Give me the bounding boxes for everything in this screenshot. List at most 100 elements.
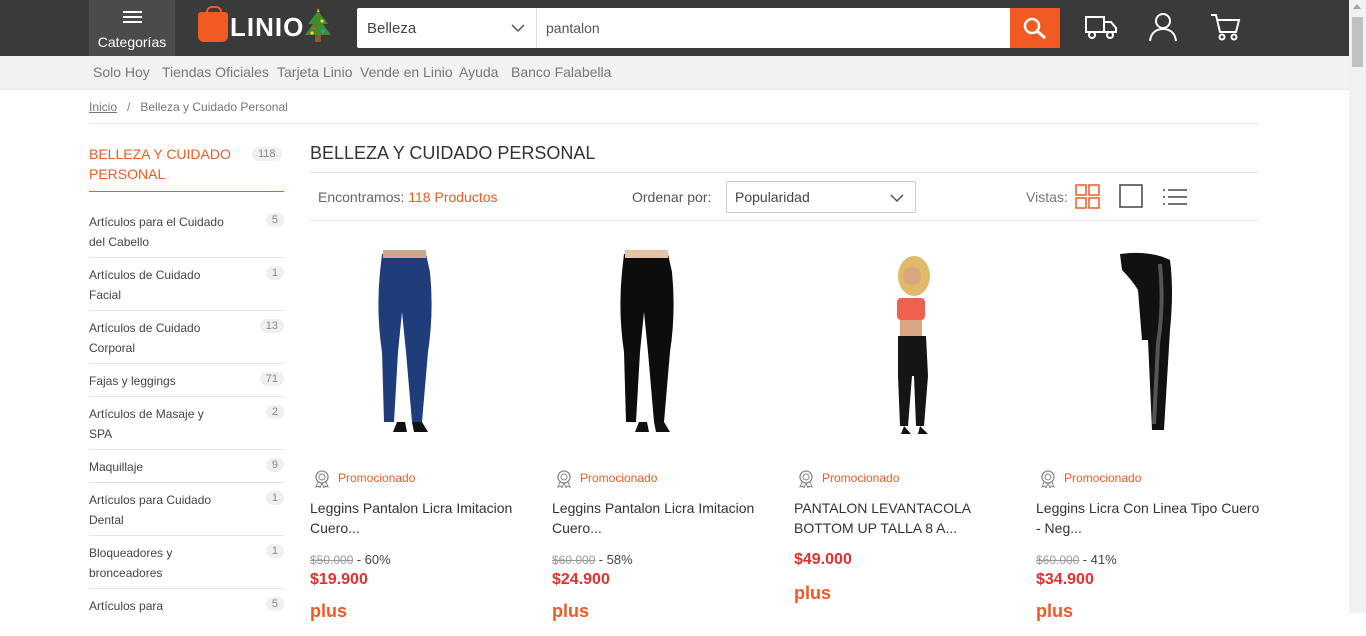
linio-logo[interactable]: LINIO [198,6,305,44]
sidebar-item[interactable]: Artículos de Cuidado Corporal 13 [89,318,284,364]
divider [89,123,1259,124]
breadcrumb-home-link[interactable]: Inicio [89,100,117,114]
sort-select[interactable]: Popularidad [726,181,916,213]
nav-link-tarjeta-linio[interactable]: Tarjeta Linio [277,64,353,80]
scroll-up-arrow-icon[interactable] [1353,4,1361,9]
sidebar-item[interactable]: Artículos para 5 [89,596,284,636]
secondary-nav: Solo Hoy Tiendas Oficiales Tarjeta Linio… [0,56,1366,90]
promoted-label: Promocionado [338,471,416,486]
sidebar-item[interactable]: Artículos de Cuidado Facial 1 [89,265,284,311]
sidebar-item-label: Maquillaje [89,460,144,474]
product-price: $24.900 [552,571,610,588]
sidebar-item-count: 1 [265,544,284,558]
sidebar-item-label: Artículos de Masaje y SPA [89,407,204,441]
discount: - 58% [598,552,633,567]
award-ribbon-icon [799,470,813,488]
promoted-badge: Promocionado [556,470,657,488]
sidebar-item-label: Artículos de Cuidado Facial [89,268,201,302]
sidebar-title-underline [89,191,284,192]
nav-link-solo-hoy[interactable]: Solo Hoy [93,64,150,80]
divider [310,172,1258,173]
product-price: $34.900 [1036,571,1094,588]
sort-value: Popularidad [735,189,810,205]
award-ribbon-icon [1041,470,1055,488]
promoted-label: Promocionado [822,471,900,486]
page-title: BELLEZA Y CUIDADO PERSONAL [310,143,596,163]
nav-link-vende-en-linio[interactable]: Vende en Linio [360,64,453,80]
search-button[interactable] [1010,8,1060,48]
truck-icon[interactable] [1084,12,1118,42]
sidebar-item[interactable]: Artículos para el Cuidado del Cabello 5 [89,212,284,258]
search-category-select[interactable]: Belleza [357,8,537,48]
award-ribbon-icon [315,470,329,488]
results-label: Encontramos: [318,189,405,205]
award-ribbon-icon [557,470,571,488]
product-name[interactable]: Leggins Pantalon Licra Imitacion Cuero..… [310,498,536,538]
plus-badge: plus [794,583,832,603]
sidebar-item-label: Artículos de Cuidado Corporal [89,321,201,355]
results-count: Encontramos: 118 Productos [318,189,498,205]
single-view-icon[interactable] [1119,184,1145,210]
search-category-value: Belleza [367,20,417,37]
cart-icon[interactable] [1210,12,1242,42]
sidebar-item-label: Bloqueadores y bronceadores [89,546,173,580]
list-view-icon[interactable] [1162,184,1188,210]
original-price: $60.000 [1036,553,1080,567]
nav-link-banco-falabella[interactable]: Banco Falabella [511,64,611,80]
breadcrumb: Inicio / Belleza y Cuidado Personal [89,100,288,114]
plus-badge: plus [1036,601,1074,621]
product-image[interactable] [310,240,536,450]
sidebar-item[interactable]: Fajas y leggings 71 [89,371,284,397]
sidebar-item[interactable]: Bloqueadores y bronceadores 1 [89,543,284,589]
nav-link-tiendas-oficiales[interactable]: Tiendas Oficiales [162,64,269,80]
sidebar-item[interactable]: Artículos de Masaje y SPA 2 [89,404,284,450]
sidebar-item-count: 9 [265,458,284,472]
sidebar-title[interactable]: BELLEZA Y CUIDADO PERSONAL [89,144,239,184]
nav-link-ayuda[interactable]: Ayuda [459,64,498,80]
views-label: Vistas: [1026,189,1068,205]
sidebar-item[interactable]: Maquillaje 9 [89,457,284,483]
sidebar-item-count: 2 [265,405,284,419]
plus-badge: plus [552,601,590,621]
promoted-label: Promocionado [1064,471,1142,486]
product-price: $19.900 [310,571,368,588]
categories-button[interactable]: Categorías [89,0,175,56]
divider [310,220,1258,221]
original-price: $50.000 [310,553,354,567]
product-name[interactable]: Leggins Licra Con Linea Tipo Cuero - Neg… [1036,498,1262,538]
sidebar-item-label: Artículos para [89,599,164,613]
original-price-row: $60.000 - 41% [1036,552,1117,567]
sort-label: Ordenar por: [632,189,712,205]
chevron-down-icon [511,24,525,33]
search-input[interactable] [538,8,1009,48]
original-price-row: $60.000 - 58% [552,552,633,567]
sidebar-item-count: 71 [259,372,284,386]
search-bar: Belleza [357,8,1060,48]
sidebar-item-count: 5 [265,213,284,227]
product-image[interactable] [794,240,1020,450]
discount: - 41% [1082,552,1117,567]
product-image[interactable] [552,240,778,450]
product-name[interactable]: PANTALON LEVANTACOLA BOTTOM UP TALLA 8 A… [794,498,1020,538]
bag-icon [198,6,228,42]
sidebar-item-label: Artículos para el Cuidado del Cabello [89,215,224,249]
categories-label: Categorías [97,34,167,50]
top-bar: Categorías LINIO Belleza [0,0,1366,56]
sidebar-item[interactable]: Artículos para Cuidado Dental 1 [89,490,284,536]
hamburger-icon [123,11,142,26]
promoted-label: Promocionado [580,471,658,486]
results-number: 118 Productos [408,189,498,205]
original-price: $60.000 [552,553,596,567]
original-price-row: $50.000 - 60% [310,552,391,567]
sidebar-item-count: 13 [259,319,284,333]
page-scrollbar[interactable] [1349,0,1366,613]
discount: - 60% [356,552,391,567]
chevron-down-icon [890,194,904,203]
product-image[interactable] [1036,240,1262,450]
sidebar-item-count: 1 [265,266,284,280]
grid-view-icon[interactable] [1075,184,1101,210]
user-icon[interactable] [1148,12,1178,42]
logo-text: LINIO [230,11,305,42]
scrollbar-thumb[interactable] [1352,17,1363,67]
product-name[interactable]: Leggins Pantalon Licra Imitacion Cuero..… [552,498,778,538]
